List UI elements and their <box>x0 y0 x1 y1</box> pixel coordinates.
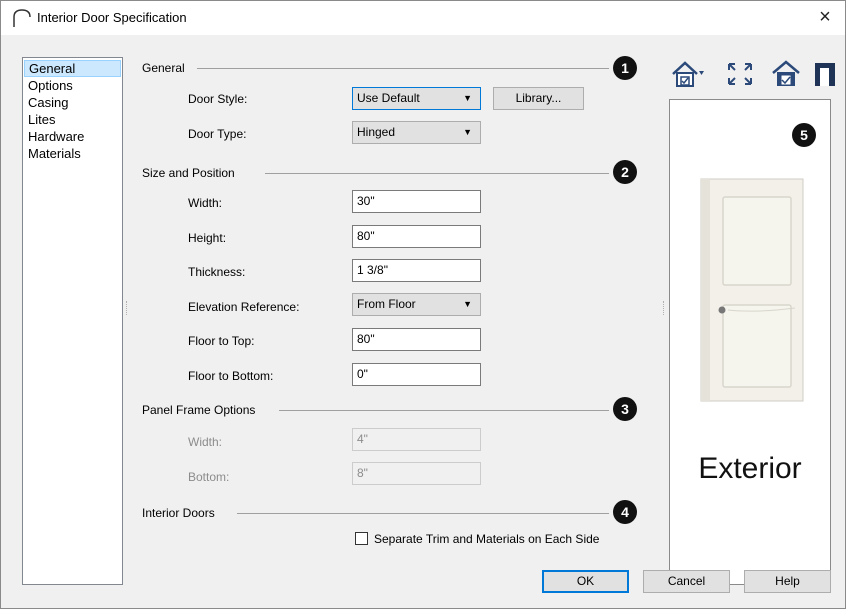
help-button[interactable]: Help <box>744 570 831 593</box>
callout-badge-4: 4 <box>613 500 637 524</box>
door-preview-button[interactable] <box>769 59 803 89</box>
elevation-reference-label: Elevation Reference: <box>188 300 300 314</box>
library-button[interactable]: Library... <box>493 87 584 110</box>
general-group-label: General <box>142 61 185 75</box>
category-list[interactable]: General Options Casing Lites Hardware Ma… <box>22 57 123 585</box>
door-type-value: Hinged <box>357 125 396 139</box>
door-image <box>700 178 804 402</box>
width-label: Width: <box>188 196 223 210</box>
door-style-label: Door Style: <box>188 92 248 106</box>
elevation-reference-value: From Floor <box>357 297 416 311</box>
frame-icon <box>815 63 835 86</box>
splitter-handle-left[interactable] <box>126 301 128 315</box>
nav-item-general[interactable]: General <box>24 60 121 77</box>
general-divider <box>197 68 609 69</box>
callout-badge-5: 5 <box>792 123 816 147</box>
callout-badge-3: 3 <box>613 397 637 421</box>
elevation-reference-select[interactable]: From Floor ▼ <box>352 293 481 316</box>
door-type-label: Door Type: <box>188 127 247 141</box>
size-position-divider <box>265 173 609 174</box>
panel-width-label: Width: <box>188 435 223 449</box>
chevron-down-icon: ▼ <box>463 127 472 137</box>
door-preview-icon <box>772 60 800 86</box>
view-type-dropdown[interactable] <box>671 59 705 89</box>
dialog-title: Interior Door Specification <box>37 10 187 25</box>
chevron-down-icon: ▼ <box>463 93 472 103</box>
dialog-window: Interior Door Specification × General Op… <box>0 0 846 609</box>
splitter-handle-right[interactable] <box>663 301 665 315</box>
panel-width-field: 4" <box>352 428 481 451</box>
arch-icon <box>13 9 31 27</box>
panel-frame-divider <box>279 410 609 411</box>
separate-trim-checkbox[interactable] <box>355 532 368 545</box>
separate-trim-label[interactable]: Separate Trim and Materials on Each Side <box>374 532 599 546</box>
interior-doors-divider <box>237 513 609 514</box>
size-position-group-label: Size and Position <box>142 166 235 180</box>
width-field[interactable]: 30" <box>352 190 481 213</box>
thickness-field[interactable]: 1 3/8" <box>352 259 481 282</box>
door-type-select[interactable]: Hinged ▼ <box>352 121 481 144</box>
house-view-icon <box>672 61 704 87</box>
floor-to-top-label: Floor to Top: <box>188 334 255 348</box>
cancel-button[interactable]: Cancel <box>643 570 730 593</box>
floor-to-top-field[interactable]: 80" <box>352 328 481 351</box>
close-button[interactable]: × <box>813 5 837 29</box>
thickness-label: Thickness: <box>188 265 246 279</box>
floor-to-bottom-field[interactable]: 0" <box>352 363 481 386</box>
preview-caption: Exterior <box>698 452 802 485</box>
frame-view-button[interactable] <box>811 59 845 89</box>
nav-item-casing[interactable]: Casing <box>24 94 121 111</box>
nav-item-lites[interactable]: Lites <box>24 111 121 128</box>
door-style-value: Use Default <box>357 91 420 105</box>
panel-bottom-field: 8" <box>352 462 481 485</box>
panel-bottom-label: Bottom: <box>188 470 230 484</box>
chevron-down-icon: ▼ <box>463 299 472 309</box>
fit-view-icon <box>728 63 752 85</box>
door-style-select[interactable]: Use Default ▼ <box>352 87 481 110</box>
nav-item-hardware[interactable]: Hardware <box>24 128 121 145</box>
height-field[interactable]: 80" <box>352 225 481 248</box>
panel-frame-group-label: Panel Frame Options <box>142 403 256 417</box>
fit-view-button[interactable] <box>723 59 757 89</box>
title-bar[interactable]: Interior Door Specification × <box>1 1 845 35</box>
floor-to-bottom-label: Floor to Bottom: <box>188 369 274 383</box>
interior-doors-group-label: Interior Doors <box>142 506 215 520</box>
callout-badge-1: 1 <box>613 56 637 80</box>
callout-badge-2: 2 <box>613 160 637 184</box>
nav-item-materials[interactable]: Materials <box>24 145 121 162</box>
height-label: Height: <box>188 231 227 245</box>
ok-button[interactable]: OK <box>542 570 629 593</box>
door-preview-panel[interactable]: 5 Exterior <box>669 99 831 585</box>
nav-item-options[interactable]: Options <box>24 77 121 94</box>
